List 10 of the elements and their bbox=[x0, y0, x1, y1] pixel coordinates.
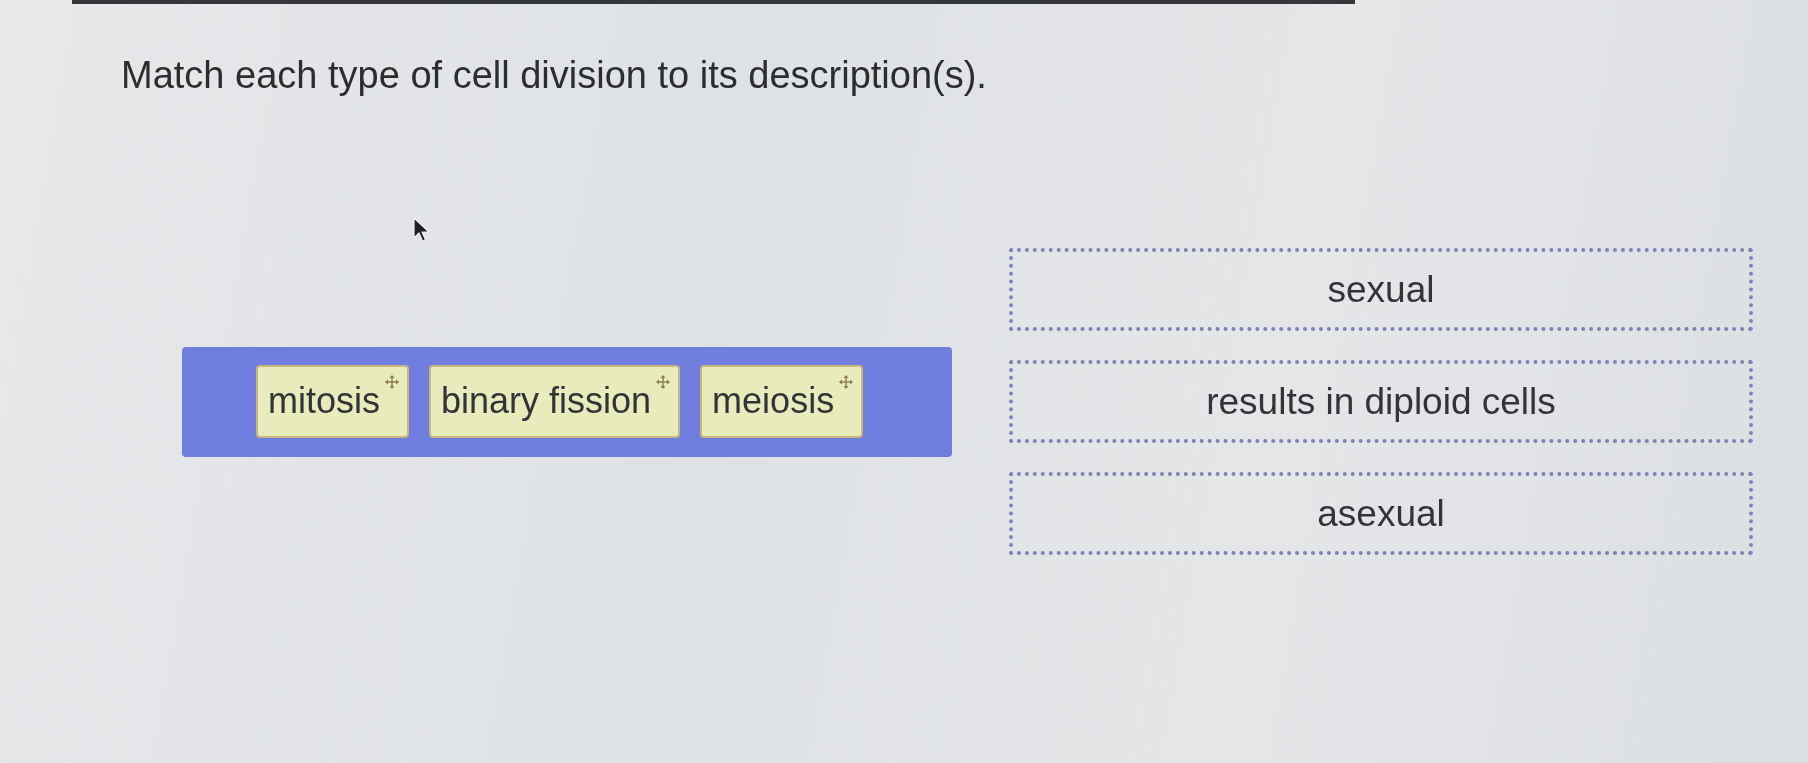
question-title: Match each type of cell division to its description(s). bbox=[121, 53, 987, 98]
answer-chip[interactable]: meiosis bbox=[700, 364, 864, 438]
move-icon bbox=[839, 374, 854, 389]
answer-chip[interactable]: binary fission bbox=[429, 364, 681, 438]
move-icon bbox=[656, 374, 671, 389]
drop-zone[interactable]: results in diploid cells bbox=[1009, 360, 1753, 443]
move-icon bbox=[385, 374, 399, 389]
drop-zone[interactable]: sexual bbox=[1009, 248, 1753, 331]
answer-chip[interactable]: mitosis bbox=[256, 364, 409, 438]
drop-zone[interactable]: asexual bbox=[1009, 472, 1753, 555]
